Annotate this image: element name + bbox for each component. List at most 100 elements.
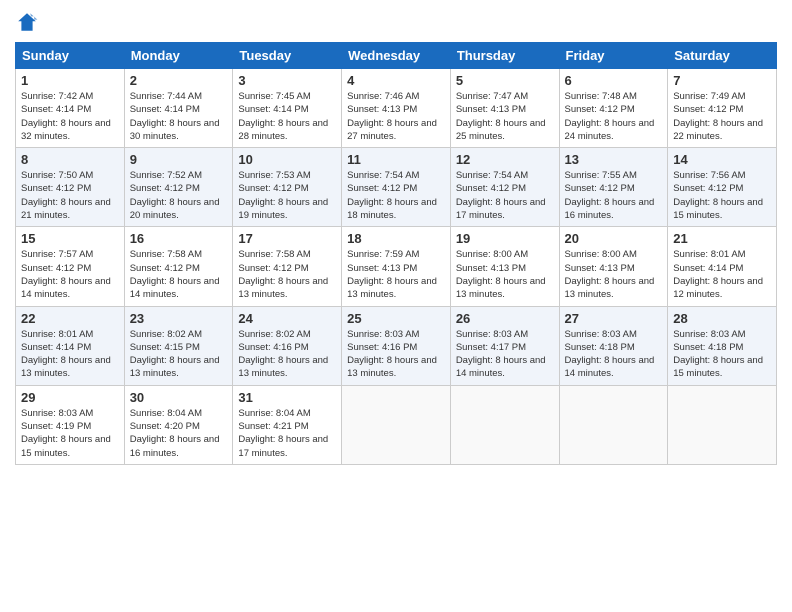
sunrise-label: Sunrise: 8:04 AM [238, 408, 310, 419]
sunset-label: Sunset: 4:16 PM [238, 342, 308, 353]
sunrise-label: Sunrise: 8:03 AM [456, 329, 528, 340]
sunrise-label: Sunrise: 7:42 AM [21, 91, 93, 102]
day-number: 2 [130, 73, 228, 88]
sunset-label: Sunset: 4:15 PM [130, 342, 200, 353]
daylight-label: Daylight: 8 hours and 15 minutes. [673, 355, 763, 379]
calendar-cell: 20 Sunrise: 8:00 AM Sunset: 4:13 PM Dayl… [559, 227, 668, 306]
day-info: Sunrise: 8:00 AM Sunset: 4:13 PM Dayligh… [565, 248, 663, 301]
calendar-cell: 3 Sunrise: 7:45 AM Sunset: 4:14 PM Dayli… [233, 69, 342, 148]
day-info: Sunrise: 7:50 AM Sunset: 4:12 PM Dayligh… [21, 169, 119, 222]
day-info: Sunrise: 7:58 AM Sunset: 4:12 PM Dayligh… [130, 248, 228, 301]
sunrise-label: Sunrise: 8:02 AM [238, 329, 310, 340]
calendar-week-3: 15 Sunrise: 7:57 AM Sunset: 4:12 PM Dayl… [16, 227, 777, 306]
day-info: Sunrise: 8:04 AM Sunset: 4:21 PM Dayligh… [238, 407, 336, 460]
sunset-label: Sunset: 4:16 PM [347, 342, 417, 353]
sunrise-label: Sunrise: 8:01 AM [21, 329, 93, 340]
calendar-header-row: Sunday Monday Tuesday Wednesday Thursday… [16, 43, 777, 69]
daylight-label: Daylight: 8 hours and 13 minutes. [238, 276, 328, 300]
sunrise-label: Sunrise: 7:59 AM [347, 249, 419, 260]
sunrise-label: Sunrise: 7:57 AM [21, 249, 93, 260]
daylight-label: Daylight: 8 hours and 22 minutes. [673, 118, 763, 142]
daylight-label: Daylight: 8 hours and 21 minutes. [21, 197, 111, 221]
sunset-label: Sunset: 4:13 PM [565, 263, 635, 274]
sunset-label: Sunset: 4:12 PM [673, 183, 743, 194]
calendar-cell: 26 Sunrise: 8:03 AM Sunset: 4:17 PM Dayl… [450, 306, 559, 385]
daylight-label: Daylight: 8 hours and 13 minutes. [347, 355, 437, 379]
calendar-cell [559, 385, 668, 464]
sunrise-label: Sunrise: 8:02 AM [130, 329, 202, 340]
sunrise-label: Sunrise: 8:04 AM [130, 408, 202, 419]
calendar-cell: 14 Sunrise: 7:56 AM Sunset: 4:12 PM Dayl… [668, 148, 777, 227]
daylight-label: Daylight: 8 hours and 14 minutes. [21, 276, 111, 300]
sunrise-label: Sunrise: 7:58 AM [238, 249, 310, 260]
day-info: Sunrise: 8:01 AM Sunset: 4:14 PM Dayligh… [21, 328, 119, 381]
sunset-label: Sunset: 4:12 PM [130, 263, 200, 274]
daylight-label: Daylight: 8 hours and 14 minutes. [130, 276, 220, 300]
calendar-cell: 19 Sunrise: 8:00 AM Sunset: 4:13 PM Dayl… [450, 227, 559, 306]
sunset-label: Sunset: 4:21 PM [238, 421, 308, 432]
sunset-label: Sunset: 4:12 PM [21, 183, 91, 194]
day-number: 6 [565, 73, 663, 88]
calendar-cell [668, 385, 777, 464]
sunset-label: Sunset: 4:14 PM [21, 104, 91, 115]
logo [15, 10, 43, 34]
sunset-label: Sunset: 4:19 PM [21, 421, 91, 432]
sunset-label: Sunset: 4:12 PM [347, 183, 417, 194]
calendar-cell: 2 Sunrise: 7:44 AM Sunset: 4:14 PM Dayli… [124, 69, 233, 148]
day-info: Sunrise: 8:03 AM Sunset: 4:18 PM Dayligh… [565, 328, 663, 381]
calendar-cell: 18 Sunrise: 7:59 AM Sunset: 4:13 PM Dayl… [342, 227, 451, 306]
sunset-label: Sunset: 4:18 PM [673, 342, 743, 353]
daylight-label: Daylight: 8 hours and 19 minutes. [238, 197, 328, 221]
calendar-cell: 13 Sunrise: 7:55 AM Sunset: 4:12 PM Dayl… [559, 148, 668, 227]
daylight-label: Daylight: 8 hours and 16 minutes. [565, 197, 655, 221]
daylight-label: Daylight: 8 hours and 28 minutes. [238, 118, 328, 142]
daylight-label: Daylight: 8 hours and 12 minutes. [673, 276, 763, 300]
day-number: 8 [21, 152, 119, 167]
calendar-cell: 17 Sunrise: 7:58 AM Sunset: 4:12 PM Dayl… [233, 227, 342, 306]
logo-icon [15, 10, 39, 34]
daylight-label: Daylight: 8 hours and 27 minutes. [347, 118, 437, 142]
sunset-label: Sunset: 4:13 PM [347, 263, 417, 274]
sunset-label: Sunset: 4:18 PM [565, 342, 635, 353]
daylight-label: Daylight: 8 hours and 17 minutes. [238, 434, 328, 458]
day-info: Sunrise: 7:54 AM Sunset: 4:12 PM Dayligh… [456, 169, 554, 222]
calendar-week-5: 29 Sunrise: 8:03 AM Sunset: 4:19 PM Dayl… [16, 385, 777, 464]
sunrise-label: Sunrise: 8:01 AM [673, 249, 745, 260]
day-number: 15 [21, 231, 119, 246]
calendar-cell [450, 385, 559, 464]
day-info: Sunrise: 7:58 AM Sunset: 4:12 PM Dayligh… [238, 248, 336, 301]
day-number: 12 [456, 152, 554, 167]
day-number: 1 [21, 73, 119, 88]
sunrise-label: Sunrise: 7:50 AM [21, 170, 93, 181]
sunrise-label: Sunrise: 7:48 AM [565, 91, 637, 102]
daylight-label: Daylight: 8 hours and 13 minutes. [456, 276, 546, 300]
day-info: Sunrise: 8:03 AM Sunset: 4:18 PM Dayligh… [673, 328, 771, 381]
day-number: 13 [565, 152, 663, 167]
day-number: 14 [673, 152, 771, 167]
calendar-week-2: 8 Sunrise: 7:50 AM Sunset: 4:12 PM Dayli… [16, 148, 777, 227]
daylight-label: Daylight: 8 hours and 14 minutes. [456, 355, 546, 379]
day-number: 20 [565, 231, 663, 246]
day-info: Sunrise: 8:02 AM Sunset: 4:15 PM Dayligh… [130, 328, 228, 381]
calendar-cell: 27 Sunrise: 8:03 AM Sunset: 4:18 PM Dayl… [559, 306, 668, 385]
sunset-label: Sunset: 4:17 PM [456, 342, 526, 353]
sunset-label: Sunset: 4:12 PM [565, 183, 635, 194]
day-number: 18 [347, 231, 445, 246]
day-number: 25 [347, 311, 445, 326]
day-number: 29 [21, 390, 119, 405]
day-number: 10 [238, 152, 336, 167]
sunset-label: Sunset: 4:13 PM [456, 263, 526, 274]
daylight-label: Daylight: 8 hours and 16 minutes. [130, 434, 220, 458]
calendar-cell: 16 Sunrise: 7:58 AM Sunset: 4:12 PM Dayl… [124, 227, 233, 306]
calendar-cell: 30 Sunrise: 8:04 AM Sunset: 4:20 PM Dayl… [124, 385, 233, 464]
col-friday: Friday [559, 43, 668, 69]
day-number: 24 [238, 311, 336, 326]
daylight-label: Daylight: 8 hours and 30 minutes. [130, 118, 220, 142]
day-number: 9 [130, 152, 228, 167]
day-info: Sunrise: 7:44 AM Sunset: 4:14 PM Dayligh… [130, 90, 228, 143]
day-info: Sunrise: 7:42 AM Sunset: 4:14 PM Dayligh… [21, 90, 119, 143]
header [15, 10, 777, 34]
day-info: Sunrise: 7:57 AM Sunset: 4:12 PM Dayligh… [21, 248, 119, 301]
day-info: Sunrise: 7:55 AM Sunset: 4:12 PM Dayligh… [565, 169, 663, 222]
day-info: Sunrise: 7:48 AM Sunset: 4:12 PM Dayligh… [565, 90, 663, 143]
